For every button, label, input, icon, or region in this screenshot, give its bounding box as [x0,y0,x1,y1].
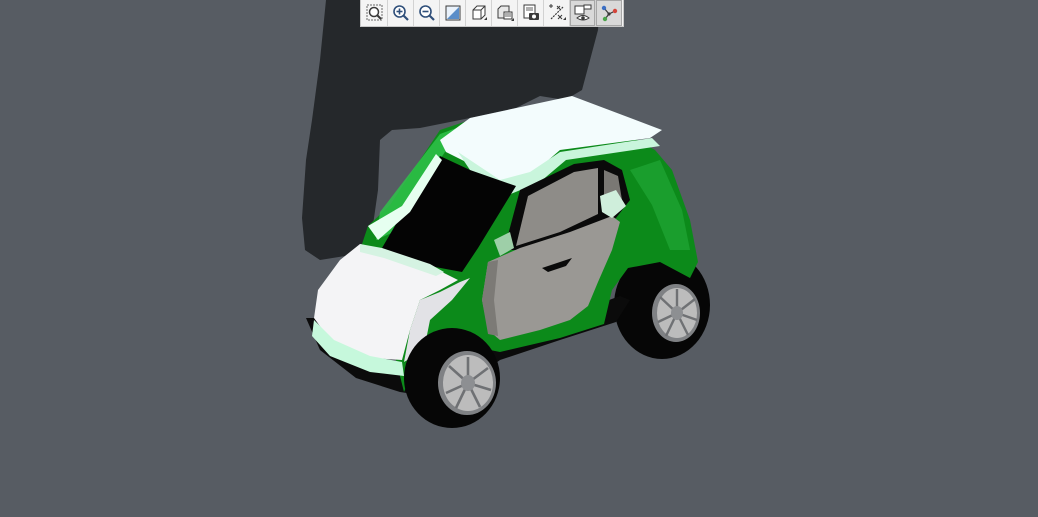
explode-button[interactable] [596,0,622,26]
snapshot-icon [523,4,539,20]
measure-button[interactable] [544,0,570,26]
hide-show-icon [574,4,591,21]
viewer-toolbar [360,0,624,27]
display-style-button[interactable] [492,0,518,26]
snapshot-button[interactable] [518,0,544,26]
zoom-window-icon [445,5,460,21]
car-model-scene[interactable] [0,0,1038,517]
view-orientation-icon [472,5,487,20]
zoom-in-icon [392,5,409,21]
zoom-fit-button[interactable] [362,0,388,26]
zoom-out-icon [418,5,435,21]
display-style-icon [497,5,514,21]
zoom-window-button[interactable] [440,0,466,26]
front-hub [461,375,475,391]
explode-icon [601,5,618,22]
zoom-out-button[interactable] [414,0,440,26]
zoom-fit-icon [366,4,382,21]
zoom-in-button[interactable] [388,0,414,26]
view-orientation-button[interactable] [466,0,492,26]
3d-viewport[interactable] [0,0,1038,517]
measure-icon [548,4,566,20]
hide-show-button[interactable] [570,0,596,26]
rear-hub [671,306,683,320]
